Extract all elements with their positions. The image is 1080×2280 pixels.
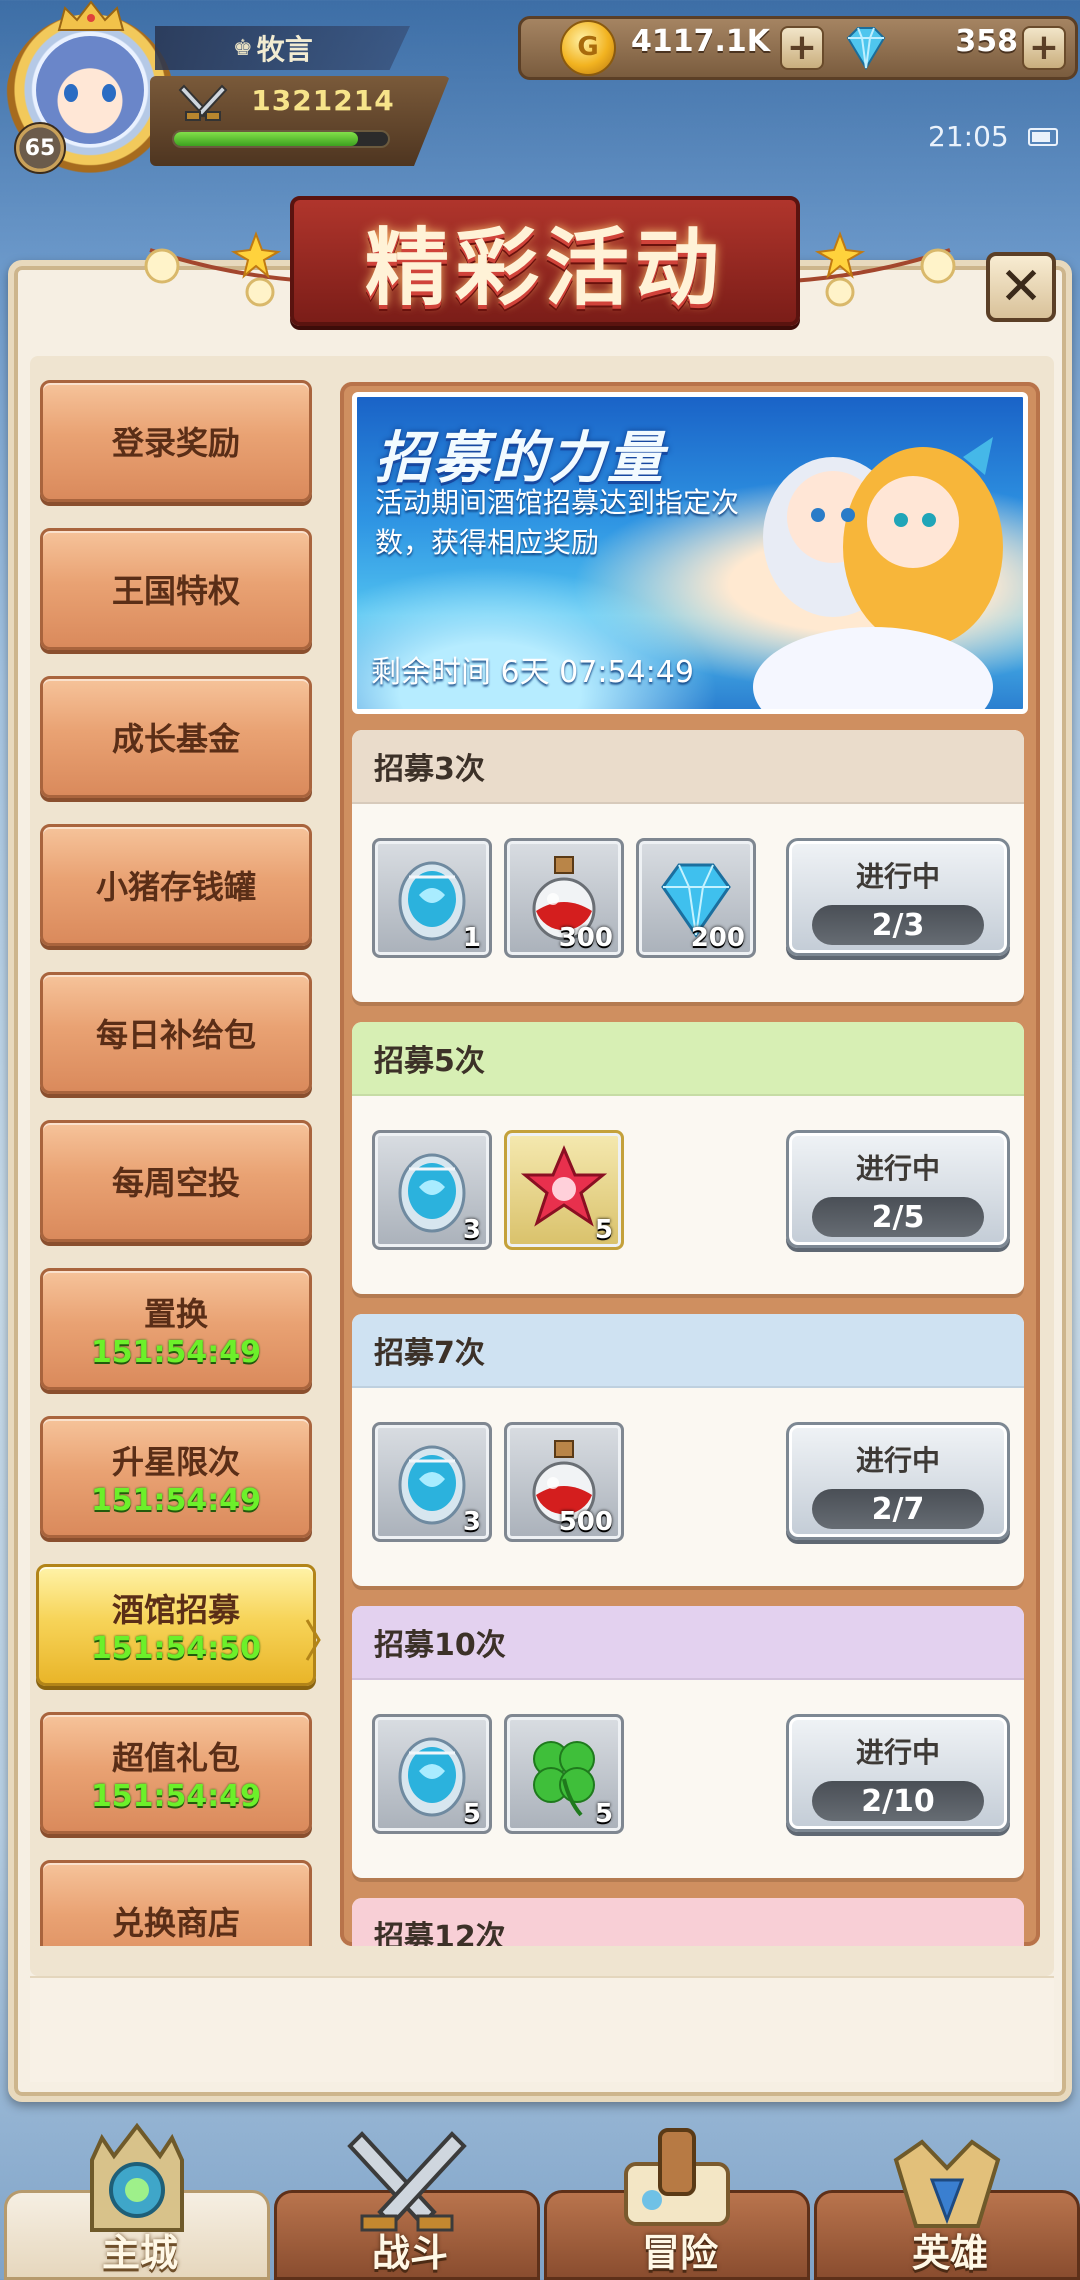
- player-name: 牧言: [256, 33, 313, 66]
- gold-coin-icon: [560, 20, 616, 76]
- event-tab[interactable]: 小猪存钱罐: [40, 824, 312, 946]
- crown-small-icon: ♚: [233, 35, 253, 61]
- reward-quantity: 5: [594, 1799, 613, 1829]
- event-tab-label: 王国特权: [111, 572, 240, 610]
- task-title: 招募7次: [352, 1314, 1024, 1388]
- event-tab[interactable]: 王国特权: [40, 528, 312, 650]
- player-level-badge: 65: [14, 122, 66, 174]
- reward-quantity: 200: [690, 923, 745, 953]
- status-clock: 21:05: [928, 120, 1009, 153]
- reward-quantity: 1: [462, 923, 481, 953]
- reward-quantity: 300: [558, 923, 613, 953]
- task-progress: 2/10: [812, 1781, 984, 1821]
- task-status-label: 进行中: [855, 1736, 940, 1769]
- event-tab-label: 每日补给包: [95, 1016, 256, 1054]
- gem-amount: 358: [955, 24, 1018, 59]
- event-tab-label: 兑换商店: [111, 1904, 240, 1942]
- gem-icon: [846, 27, 886, 70]
- task-progress: 2/3: [812, 905, 984, 945]
- event-tab-label: 超值礼包: [111, 1738, 240, 1777]
- task-status-button[interactable]: 进行中 2/5: [786, 1130, 1010, 1248]
- remaining-time-label: 剩余时间: [371, 655, 491, 690]
- event-tab-label: 酒馆招募: [111, 1590, 240, 1629]
- event-tab[interactable]: 置换 151:54:49: [40, 1268, 312, 1390]
- task-card: 招募5次 3 5 进行中 2/5: [352, 1022, 1024, 1294]
- reward-item[interactable]: 5: [372, 1714, 492, 1834]
- reward-quantity: 500: [558, 1507, 613, 1537]
- task-title: 招募12次: [352, 1898, 1024, 1946]
- reward-quantity: 5: [594, 1215, 613, 1245]
- event-tab-label: 每周空投: [111, 1164, 240, 1202]
- event-tab-timer: 151:54:49: [90, 1334, 262, 1370]
- reward-quantity: 3: [462, 1507, 481, 1537]
- event-remaining-time: 剩余时间 6天 07:54:49: [371, 647, 694, 691]
- crossed-swords-icon: [342, 2120, 472, 2250]
- reward-quantity: 5: [462, 1799, 481, 1829]
- reward-item[interactable]: 3: [372, 1422, 492, 1542]
- crossed-swords-icon: [178, 84, 228, 121]
- player-name-plate: ♚ 牧言: [155, 26, 410, 70]
- reward-quantity: 3: [462, 1215, 481, 1245]
- task-card: 招募3次 1 300 200 进行中 2/3: [352, 730, 1024, 1002]
- close-button[interactable]: ✕: [986, 252, 1056, 322]
- crown-icon: [57, 0, 125, 31]
- task-card: 招募7次 3 500 进行中 2/7: [352, 1314, 1024, 1586]
- hp-bar-fill: [174, 132, 358, 146]
- task-title: 招募5次: [352, 1022, 1024, 1096]
- task-status-label: 进行中: [855, 1444, 940, 1477]
- event-title: 招募的力量: [375, 426, 665, 491]
- task-status-button[interactable]: 进行中 2/10: [786, 1714, 1010, 1832]
- event-tab-label: 成长基金: [111, 720, 240, 758]
- event-tab[interactable]: 酒馆招募 151:54:50: [36, 1564, 316, 1686]
- castle-emblem-icon: [72, 2120, 202, 2250]
- battery-icon: [1028, 128, 1058, 146]
- event-banner: 招募的力量 活动期间酒馆招募达到指定次数，获得相应奖励 剩余时间 6天 07:5…: [352, 392, 1028, 714]
- reward-item[interactable]: 1: [372, 838, 492, 958]
- event-tab-label: 登录奖励: [111, 424, 240, 462]
- task-title: 招募10次: [352, 1606, 1024, 1680]
- map-scroll-icon: [612, 2120, 742, 2250]
- task-progress: 2/5: [812, 1197, 984, 1237]
- event-tab-timer: 151:54:49: [90, 1482, 262, 1518]
- reward-item[interactable]: 200: [636, 838, 756, 958]
- event-tab-label: 置换: [143, 1294, 208, 1333]
- event-tab[interactable]: 升星限次 151:54:49: [40, 1416, 312, 1538]
- active-tab-arrow-icon: [305, 1619, 321, 1661]
- reward-item[interactable]: 5: [504, 1714, 624, 1834]
- event-tab-label: 小猪存钱罐: [95, 868, 256, 906]
- task-card: 招募12次: [352, 1898, 1024, 1946]
- add-gems-button[interactable]: +: [1022, 26, 1066, 70]
- task-status-button[interactable]: 进行中 2/3: [786, 838, 1010, 956]
- reward-item[interactable]: 300: [504, 838, 624, 958]
- event-tab[interactable]: 成长基金: [40, 676, 312, 798]
- reward-item[interactable]: 3: [372, 1130, 492, 1250]
- event-tab-list[interactable]: 登录奖励 王国特权 成长基金 小猪存钱罐 每日补给包 每周空投 置换 151:54:49 升星限…: [36, 380, 320, 1946]
- task-status-label: 进行中: [855, 1152, 940, 1185]
- events-window-footer: [30, 1976, 1054, 2082]
- event-tab[interactable]: 兑换商店: [40, 1860, 312, 1946]
- remaining-time-value: 6天 07:54:49: [500, 655, 694, 690]
- combat-power-value: 1321214: [251, 84, 395, 117]
- reward-item[interactable]: 500: [504, 1422, 624, 1542]
- task-card: 招募10次 5 5 进行中 2/10: [352, 1606, 1024, 1878]
- event-tab-label: 升星限次: [111, 1442, 240, 1481]
- task-status-button[interactable]: 进行中 2/7: [786, 1422, 1010, 1540]
- reward-item[interactable]: 5: [504, 1130, 624, 1250]
- event-tab[interactable]: 超值礼包 151:54:49: [40, 1712, 312, 1834]
- task-progress: 2/7: [812, 1489, 984, 1529]
- bottom-navigation: 主城 战斗 冒险 英雄: [0, 2120, 1080, 2280]
- task-title: 招募3次: [352, 730, 1024, 804]
- task-status-label: 进行中: [855, 860, 940, 893]
- event-tab[interactable]: 每周空投: [40, 1120, 312, 1242]
- window-title: 精彩活动: [364, 217, 725, 317]
- event-tab[interactable]: 每日补给包: [40, 972, 312, 1094]
- gold-amount: 4117.1K: [630, 24, 770, 59]
- event-tab-timer: 151:54:50: [90, 1630, 262, 1666]
- event-tab[interactable]: 登录奖励: [40, 380, 312, 502]
- hero-helmet-icon: [882, 2120, 1012, 2250]
- event-tab-timer: 151:54:49: [90, 1778, 262, 1814]
- event-detail-content[interactable]: 招募的力量 活动期间酒馆招募达到指定次数，获得相应奖励 剩余时间 6天 07:5…: [352, 392, 1028, 1946]
- add-gold-button[interactable]: +: [780, 26, 824, 70]
- event-description: 活动期间酒馆招募达到指定次数，获得相应奖励: [375, 486, 740, 559]
